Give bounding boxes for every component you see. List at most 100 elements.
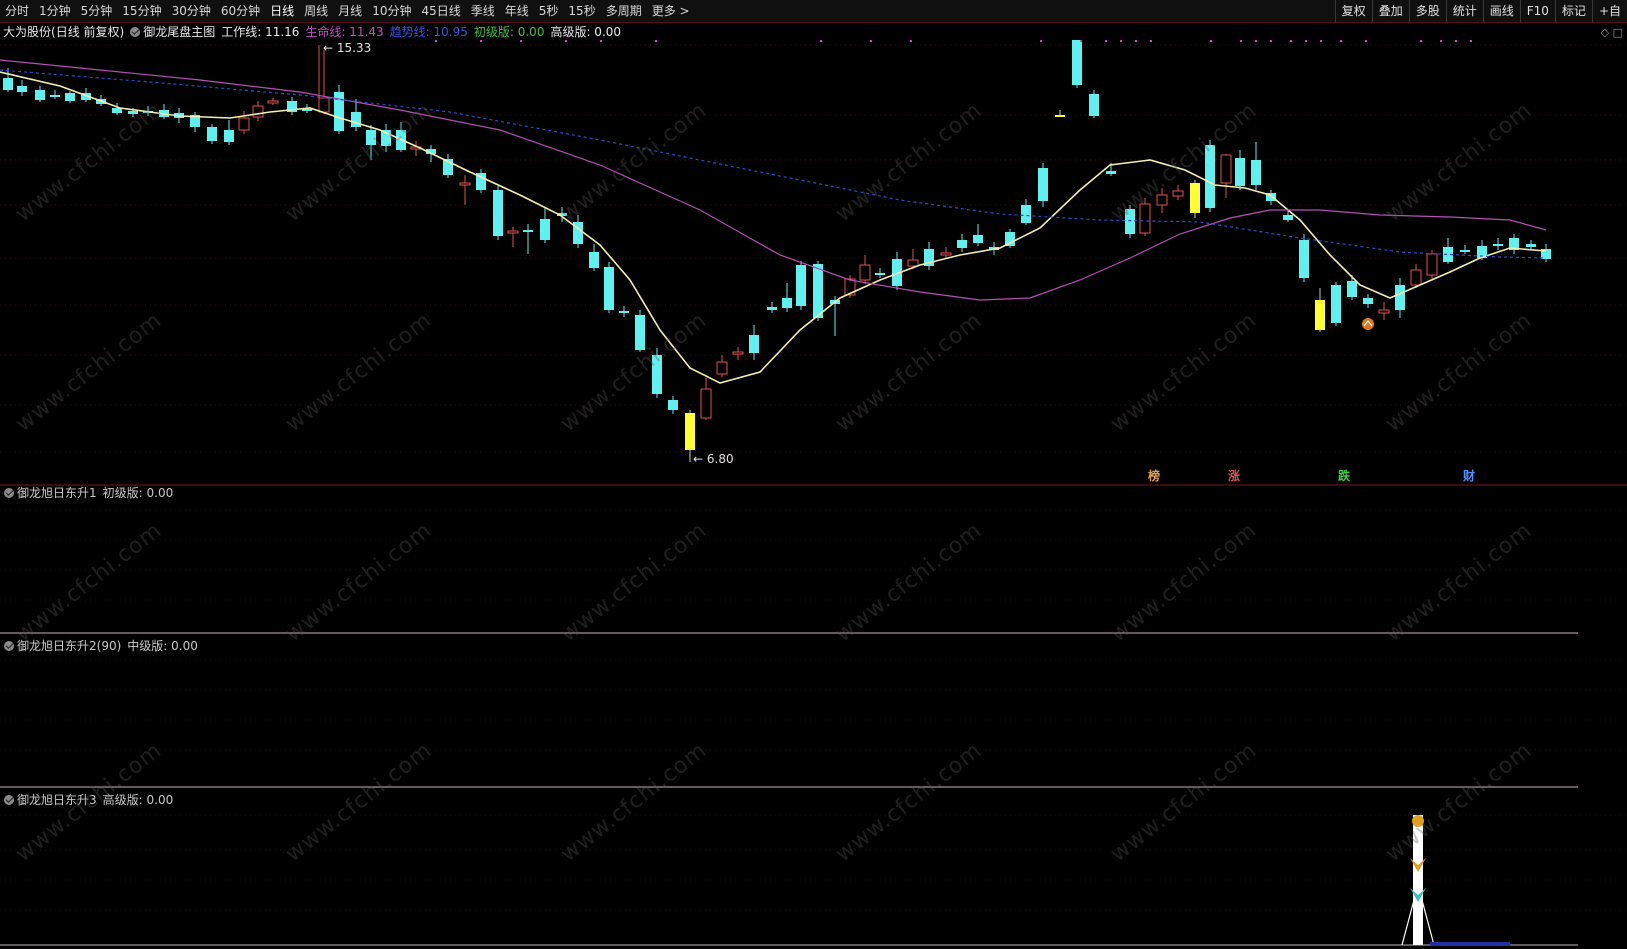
candle-body	[1331, 285, 1341, 323]
candle-body	[224, 130, 234, 142]
candle-body	[907, 259, 919, 267]
low-price-label: ← 6.80	[693, 452, 734, 466]
candle-body	[3, 78, 13, 90]
candle-body	[459, 182, 471, 186]
candle-body	[523, 230, 533, 232]
candle-body	[1072, 40, 1082, 85]
settings-icon[interactable]	[4, 641, 14, 651]
candle-body	[1172, 190, 1184, 197]
sub1-name[interactable]: 御龙旭日东升1	[4, 485, 97, 501]
marker-dot	[435, 40, 437, 42]
candle-body	[604, 267, 614, 310]
marker-dot	[1255, 40, 1257, 42]
candle-body	[1426, 253, 1438, 276]
work-line	[0, 71, 1547, 384]
candle-body	[940, 252, 952, 256]
marker-dot	[910, 40, 912, 42]
candle-body	[17, 86, 27, 92]
candle-body	[796, 265, 806, 306]
bottom-bar	[1430, 942, 1510, 946]
candle-body	[238, 117, 250, 131]
marker-dot	[1365, 40, 1367, 42]
sub3-value: 高级版: 0.00	[102, 793, 174, 807]
high-price-label: ← 15.33	[323, 41, 371, 55]
coin-icon	[1412, 815, 1424, 827]
candle-body	[493, 190, 503, 236]
signal-label: 榜	[1148, 468, 1160, 483]
candle-body	[875, 273, 885, 275]
candle-body	[813, 264, 823, 318]
marker-dot	[1135, 40, 1137, 42]
candle-body	[1139, 203, 1151, 234]
sub3-name[interactable]: 御龙旭日东升3	[4, 792, 97, 808]
candle-body	[1089, 94, 1099, 116]
candle-body	[267, 100, 279, 104]
candle-body	[957, 240, 967, 248]
candle-body	[1156, 194, 1168, 206]
candle-body	[668, 400, 678, 410]
marker-dot	[565, 40, 567, 42]
kline-chart[interactable]: ← 15.33 ← 6.80 榜 涨 跌 财	[0, 0, 1627, 949]
signal-label: 涨	[1228, 468, 1240, 483]
candle-body	[351, 112, 361, 127]
settings-icon[interactable]	[4, 795, 14, 805]
candle-body	[700, 388, 712, 419]
candle-body	[1460, 250, 1470, 252]
marker-dot	[1210, 40, 1212, 42]
candle-body	[1363, 298, 1373, 304]
marker-dot	[1440, 40, 1442, 42]
marker-dot	[600, 40, 602, 42]
candle-body	[1493, 244, 1503, 246]
candle-body	[507, 230, 519, 234]
candle-body	[1378, 309, 1390, 314]
sub3-legend: 御龙旭日东升3 高级版: 0.00	[4, 792, 173, 808]
candle-body	[732, 351, 744, 355]
candle-body	[1190, 183, 1200, 213]
candle-body	[1395, 285, 1405, 310]
candle-body	[1021, 205, 1031, 223]
marker-dot	[1320, 40, 1322, 42]
signal-label: 财	[1462, 468, 1475, 483]
sub1-legend: 御龙旭日东升1 初级版: 0.00	[4, 485, 173, 501]
signal-marker	[1362, 318, 1374, 330]
sub2-name[interactable]: 御龙旭日东升2(90)	[4, 638, 121, 654]
marker-dot	[1240, 40, 1242, 42]
marker-dot	[655, 40, 657, 42]
marker-dot	[1150, 40, 1152, 42]
candle-body	[619, 311, 629, 313]
candle-body	[589, 252, 599, 268]
candle-body	[1125, 209, 1135, 234]
candle-body	[1315, 300, 1325, 330]
candle-body	[1251, 160, 1261, 185]
marker-dot	[480, 40, 482, 42]
candle-body	[1283, 215, 1293, 220]
marker-dot	[1290, 40, 1292, 42]
candle-body	[128, 111, 138, 114]
candle-body	[65, 93, 75, 101]
life-line	[0, 59, 1547, 301]
marker-dot	[1040, 40, 1042, 42]
candle-body	[1410, 269, 1422, 286]
candle-body	[540, 219, 550, 240]
marker-dot	[1270, 40, 1272, 42]
settings-icon[interactable]	[4, 488, 14, 498]
sub2-legend: 御龙旭日东升2(90) 中级版: 0.00	[4, 638, 198, 654]
signal-label: 跌	[1338, 468, 1351, 483]
candle-body	[782, 298, 792, 308]
sub1-value: 初级版: 0.00	[102, 486, 174, 500]
candle-body	[1526, 244, 1536, 247]
candle-body	[1106, 171, 1116, 174]
marker-dot	[1420, 40, 1422, 42]
candle-body	[635, 315, 645, 350]
candle-body	[1038, 168, 1048, 201]
marker-dot	[520, 40, 522, 42]
candle-body	[685, 413, 695, 450]
marker-dot	[1120, 40, 1122, 42]
candle-body	[50, 95, 60, 97]
marker-dot	[1470, 40, 1472, 42]
candle-body	[767, 307, 777, 310]
marker-dot	[820, 40, 822, 42]
sub2-value: 中级版: 0.00	[127, 639, 198, 653]
marker-dot	[1455, 40, 1457, 42]
marker-dot	[870, 40, 872, 42]
